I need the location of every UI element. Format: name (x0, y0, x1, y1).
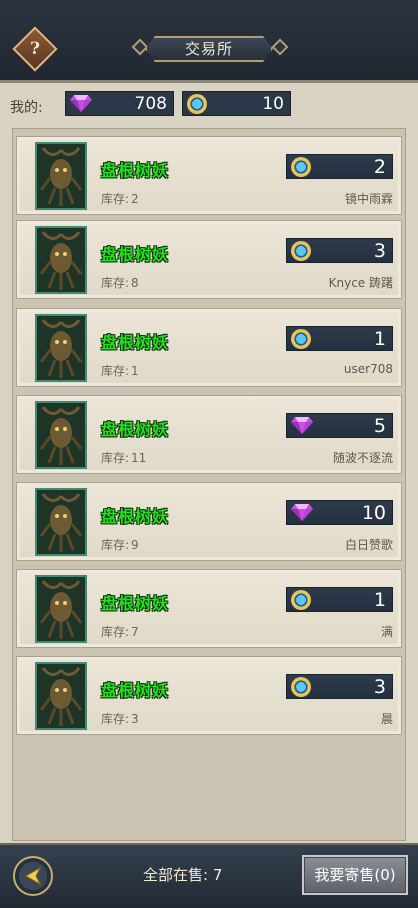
tree-monster-portrait (37, 316, 85, 380)
price-box: 2 (286, 154, 393, 179)
seller-name: user708 (343, 362, 393, 376)
price-value: 1 (373, 328, 386, 350)
listing-card[interactable]: 盘根树妖 库存: 1 1 user708 (16, 308, 402, 387)
tree-monster-portrait (37, 144, 85, 208)
seller-name: 满 (380, 625, 393, 639)
price-box: 3 (286, 238, 393, 263)
tree-monster-portrait (37, 403, 85, 467)
item-stock: 库存: 1 (101, 362, 139, 379)
wallet-label: 我的: (10, 100, 43, 116)
stock-label: 库存: (101, 276, 130, 290)
seller-name: Knyce 踌躇 (328, 276, 393, 290)
price-box: 3 (286, 674, 393, 699)
stock-label: 库存: (101, 364, 130, 378)
coin-icon (291, 157, 311, 177)
item-name: 盘根树妖 (101, 507, 170, 526)
item-name: 盘根树妖 (101, 594, 170, 613)
price-value: 3 (373, 676, 386, 698)
tree-monster-portrait (37, 664, 85, 728)
consign-button[interactable]: 我要寄售(0) (302, 855, 408, 895)
seller-name: 随波不逐流 (332, 451, 393, 465)
seller-name: 晨 (380, 712, 393, 726)
listing-card[interactable]: 盘根树妖库存: 8 3 Knyce 踌躇 (16, 220, 402, 299)
stock-label: 库存: (101, 625, 130, 639)
item-stock: 库存: 9 (101, 536, 139, 553)
stock-label: 库存: (101, 538, 130, 552)
gem-icon (291, 417, 313, 434)
item-stock: 库存: 3 (101, 710, 139, 727)
price-value: 2 (373, 156, 386, 178)
price-box: 5 (286, 413, 393, 438)
seller-name: 白日赞歌 (344, 538, 393, 552)
coin-balance-value: 10 (262, 94, 284, 114)
item-thumbnail (35, 314, 87, 382)
stock-value: 11 (131, 451, 147, 465)
stock-label: 库存: (101, 192, 130, 206)
stock-value: 7 (131, 625, 139, 639)
price-value: 5 (373, 415, 386, 437)
price-box: 10 (286, 500, 393, 525)
item-stock: 库存: 8 (101, 274, 139, 291)
item-thumbnail (35, 575, 87, 643)
coin-icon (291, 329, 311, 349)
tree-monster-portrait (37, 577, 85, 641)
total-on-sale: 全部在售: 7 (143, 864, 222, 885)
total-label: 全部在售: (143, 866, 209, 884)
coin-balance: 10 (182, 91, 291, 116)
listing-card[interactable]: 盘根树妖库存: 7 1 满 (16, 569, 402, 648)
gem-balance: 708 (65, 91, 174, 116)
stock-label: 库存: (101, 712, 130, 726)
item-thumbnail (35, 662, 87, 730)
page-title: 交易所 (184, 40, 233, 58)
seller-name: 镜中雨霖 (344, 192, 393, 206)
item-name: 盘根树妖 (101, 420, 170, 439)
item-thumbnail (35, 488, 87, 556)
item-name: 盘根树妖 (101, 245, 170, 264)
coin-icon (291, 590, 311, 610)
stock-value: 1 (131, 364, 139, 378)
stock-value: 3 (131, 712, 139, 726)
coin-icon (187, 94, 207, 114)
back-button[interactable] (13, 856, 53, 896)
stock-value: 2 (131, 192, 139, 206)
listing-card[interactable]: 盘根树妖库存: 9 10 白日赞歌 (16, 482, 402, 561)
listing-card[interactable]: 盘根树妖库存: 11 5 随波不逐流 (16, 395, 402, 474)
item-name: 盘根树妖 (101, 333, 170, 352)
item-thumbnail (35, 142, 87, 210)
price-box: 1 (286, 326, 393, 351)
item-thumbnail (35, 401, 87, 469)
item-stock: 库存: 7 (101, 623, 139, 640)
listing-card[interactable]: 盘根树妖 库存: 2 2 镜中雨霖 (16, 136, 402, 215)
question-icon: ? (30, 39, 40, 59)
listing-card[interactable]: 盘根树妖 库存: 3 3 晨 (16, 656, 402, 735)
item-thumbnail (35, 226, 87, 294)
price-box: 1 (286, 587, 393, 612)
item-stock: 库存: 2 (101, 190, 139, 207)
item-stock: 库存: 11 (101, 449, 146, 466)
item-name: 盘根树妖 (101, 161, 170, 180)
price-value: 10 (361, 502, 386, 524)
total-value: 7 (212, 866, 223, 884)
gem-icon (291, 504, 313, 521)
stock-value: 8 (131, 276, 139, 290)
gem-icon (70, 95, 92, 112)
price-value: 3 (373, 240, 386, 262)
stock-label: 库存: (101, 451, 130, 465)
price-value: 1 (373, 589, 386, 611)
back-arrow-icon (24, 867, 42, 885)
item-name: 盘根树妖 (101, 681, 170, 700)
gem-balance-value: 708 (134, 94, 167, 114)
coin-icon (291, 241, 311, 261)
stock-value: 9 (131, 538, 139, 552)
tree-monster-portrait (37, 228, 85, 292)
coin-icon (291, 677, 311, 697)
tree-monster-portrait (37, 490, 85, 554)
